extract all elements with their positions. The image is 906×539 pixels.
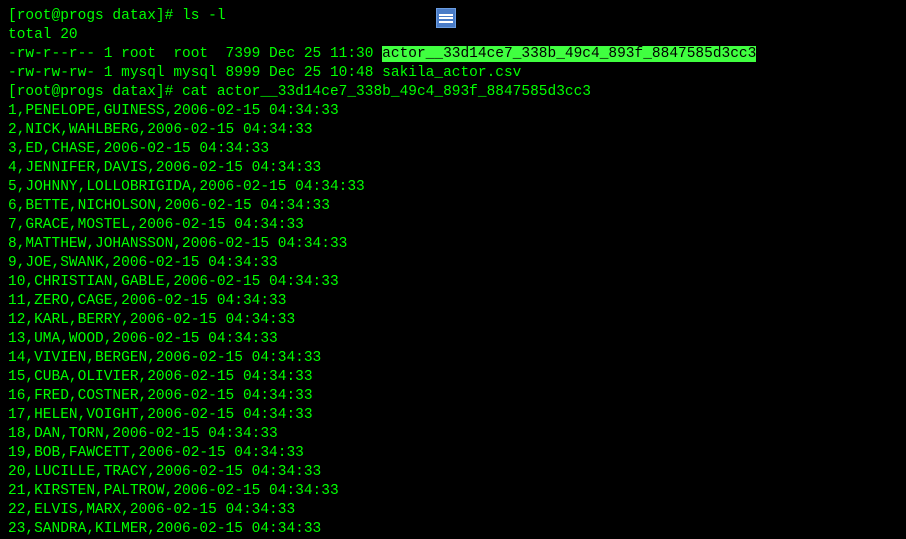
csv-row: 3,ED,CHASE,2006-02-15 04:34:33 xyxy=(0,140,906,159)
shell-prompt: [root@progs datax]# xyxy=(8,84,182,100)
csv-output: 1,PENELOPE,GUINESS,2006-02-15 04:34:332,… xyxy=(0,102,906,539)
csv-row: 1,PENELOPE,GUINESS,2006-02-15 04:34:33 xyxy=(0,102,906,121)
csv-row: 16,FRED,COSTNER,2006-02-15 04:34:33 xyxy=(0,387,906,406)
ls-entry-2: -rw-rw-rw- 1 mysql mysql 8999 Dec 25 10:… xyxy=(0,64,906,83)
csv-row: 13,UMA,WOOD,2006-02-15 04:34:33 xyxy=(0,330,906,349)
menu-icon[interactable] xyxy=(436,8,456,28)
csv-row: 2,NICK,WAHLBERG,2006-02-15 04:34:33 xyxy=(0,121,906,140)
ls-total-line: total 20 xyxy=(0,26,906,45)
csv-row: 8,MATTHEW,JOHANSSON,2006-02-15 04:34:33 xyxy=(0,235,906,254)
csv-row: 10,CHRISTIAN,GABLE,2006-02-15 04:34:33 xyxy=(0,273,906,292)
csv-row: 12,KARL,BERRY,2006-02-15 04:34:33 xyxy=(0,311,906,330)
csv-row: 17,HELEN,VOIGHT,2006-02-15 04:34:33 xyxy=(0,406,906,425)
shell-prompt: [root@progs datax]# xyxy=(8,8,182,24)
csv-row: 19,BOB,FAWCETT,2006-02-15 04:34:33 xyxy=(0,444,906,463)
csv-row: 14,VIVIEN,BERGEN,2006-02-15 04:34:33 xyxy=(0,349,906,368)
csv-row: 5,JOHNNY,LOLLOBRIGIDA,2006-02-15 04:34:3… xyxy=(0,178,906,197)
file-name-highlighted: actor__33d14ce7_338b_49c4_893f_8847585d3… xyxy=(382,46,756,62)
csv-row: 6,BETTE,NICHOLSON,2006-02-15 04:34:33 xyxy=(0,197,906,216)
ls-entry-1: -rw-r--r-- 1 root root 7399 Dec 25 11:30… xyxy=(0,45,906,64)
csv-row: 23,SANDRA,KILMER,2006-02-15 04:34:33 xyxy=(0,520,906,539)
csv-row: 18,DAN,TORN,2006-02-15 04:34:33 xyxy=(0,425,906,444)
csv-row: 11,ZERO,CAGE,2006-02-15 04:34:33 xyxy=(0,292,906,311)
csv-row: 22,ELVIS,MARX,2006-02-15 04:34:33 xyxy=(0,501,906,520)
command-text: cat actor__33d14ce7_338b_49c4_893f_88475… xyxy=(182,84,591,100)
file-perm-info: -rw-r--r-- 1 root root 7399 Dec 25 11:30 xyxy=(8,46,382,62)
prompt-line-2: [root@progs datax]# cat actor__33d14ce7_… xyxy=(0,83,906,102)
csv-row: 4,JENNIFER,DAVIS,2006-02-15 04:34:33 xyxy=(0,159,906,178)
csv-row: 9,JOE,SWANK,2006-02-15 04:34:33 xyxy=(0,254,906,273)
csv-row: 7,GRACE,MOSTEL,2006-02-15 04:34:33 xyxy=(0,216,906,235)
command-text: ls -l xyxy=(182,8,226,24)
csv-row: 15,CUBA,OLIVIER,2006-02-15 04:34:33 xyxy=(0,368,906,387)
csv-row: 21,KIRSTEN,PALTROW,2006-02-15 04:34:33 xyxy=(0,482,906,501)
csv-row: 20,LUCILLE,TRACY,2006-02-15 04:34:33 xyxy=(0,463,906,482)
